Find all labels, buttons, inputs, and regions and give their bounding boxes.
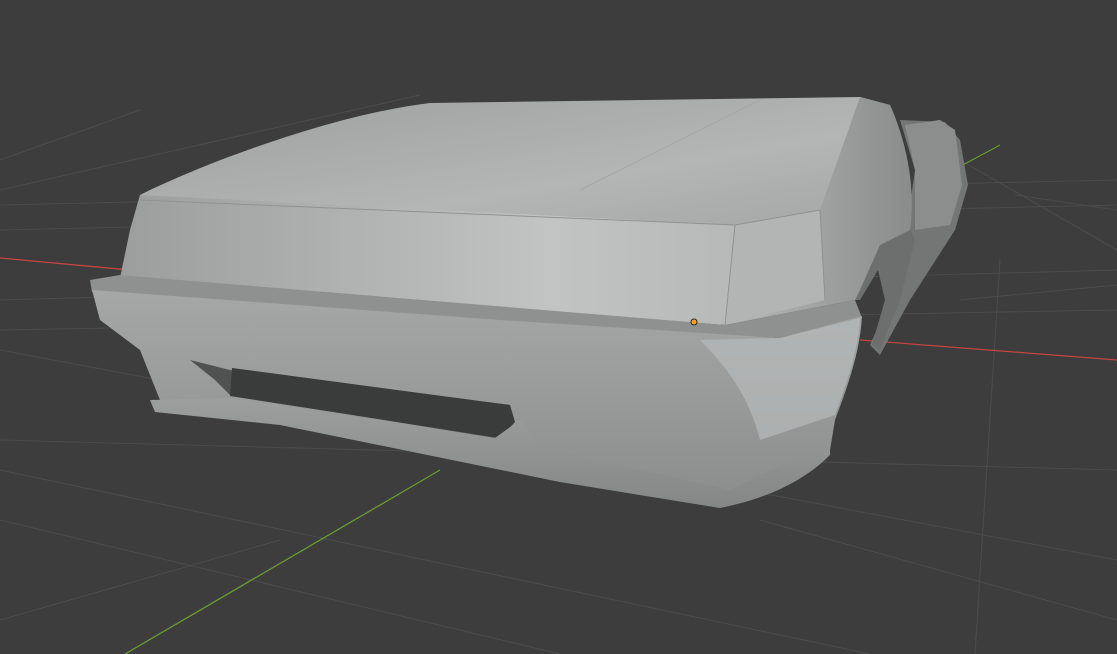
viewport-canvas[interactable] [0, 0, 1117, 654]
3d-viewport[interactable] [0, 0, 1117, 654]
origin-point-icon[interactable] [690, 318, 698, 326]
